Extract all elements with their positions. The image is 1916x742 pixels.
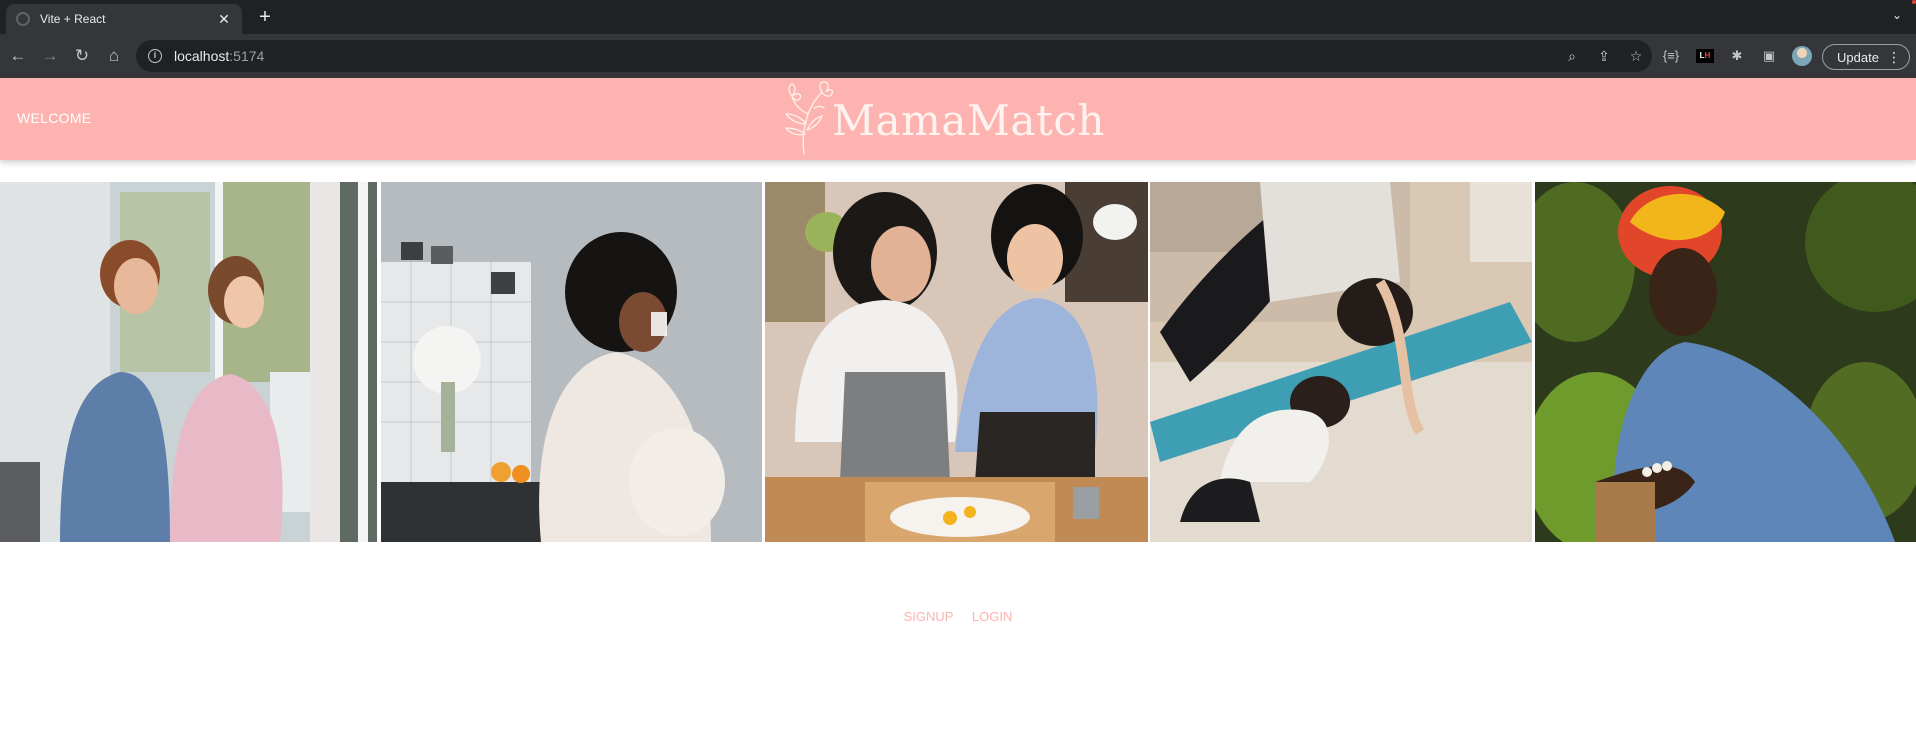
browser-tab-strip: Vite + React ✕ + ⌄ <box>0 0 1916 34</box>
browser-toolbar: ← → ↻ ⌂ i localhost :5174 ⌕ ⇪ ☆ {≡} LH ✱… <box>0 34 1916 78</box>
welcome-link[interactable]: WELCOME <box>17 110 91 126</box>
tab-search-chevron-icon[interactable]: ⌄ <box>1892 8 1902 22</box>
tab-close-icon[interactable]: ✕ <box>216 11 232 28</box>
address-bar[interactable]: i localhost :5174 ⌕ ⇪ ☆ <box>136 40 1652 72</box>
back-arrow-icon[interactable]: ← <box>6 44 30 68</box>
browser-tab[interactable]: Vite + React ✕ <box>6 4 242 34</box>
extension-icon[interactable]: {≡} <box>1662 48 1680 64</box>
site-header: WELCOME MamaMatch <box>0 78 1916 160</box>
photo-gallery <box>0 182 1916 542</box>
home-icon[interactable]: ⌂ <box>102 44 126 68</box>
update-button[interactable]: Update ⋮ <box>1822 44 1910 70</box>
signup-link[interactable]: SIGNUP <box>904 609 954 624</box>
puzzle-icon[interactable]: ✱ <box>1728 48 1746 64</box>
reload-icon[interactable]: ↻ <box>70 44 94 68</box>
notification-dot <box>1912 0 1916 4</box>
tab-title: Vite + React <box>40 12 106 26</box>
new-tab-icon[interactable]: + <box>254 6 276 28</box>
url-port: :5174 <box>229 48 265 64</box>
forward-arrow-icon[interactable]: → <box>38 44 62 68</box>
extension-lh-icon[interactable]: LH <box>1696 49 1714 63</box>
login-link[interactable]: LOGIN <box>972 609 1012 624</box>
site-info-icon[interactable]: i <box>148 49 162 63</box>
sidepanel-icon[interactable]: ▣ <box>1760 48 1778 64</box>
brand-name: MamaMatch <box>832 96 1105 145</box>
tab-favicon-icon <box>16 12 30 26</box>
url-host: localhost <box>174 48 230 64</box>
kebab-menu-icon[interactable]: ⋮ <box>1887 48 1901 66</box>
profile-avatar-icon[interactable] <box>1792 46 1812 66</box>
photo-pregnant-woman-drinking <box>381 182 762 542</box>
zoom-icon[interactable]: ⌕ <box>1564 48 1580 64</box>
photo-pregnant-woman-headwrap <box>1535 182 1916 542</box>
photo-mother-daughter-window <box>0 182 377 542</box>
share-icon[interactable]: ⇪ <box>1596 48 1612 64</box>
photo-mother-child-yoga <box>1150 182 1532 542</box>
update-button-label: Update <box>1837 49 1879 65</box>
bookmark-star-icon[interactable]: ☆ <box>1628 48 1644 64</box>
photo-mother-daughter-baking <box>765 182 1148 542</box>
auth-links: SIGNUP LOGIN <box>0 608 1916 626</box>
